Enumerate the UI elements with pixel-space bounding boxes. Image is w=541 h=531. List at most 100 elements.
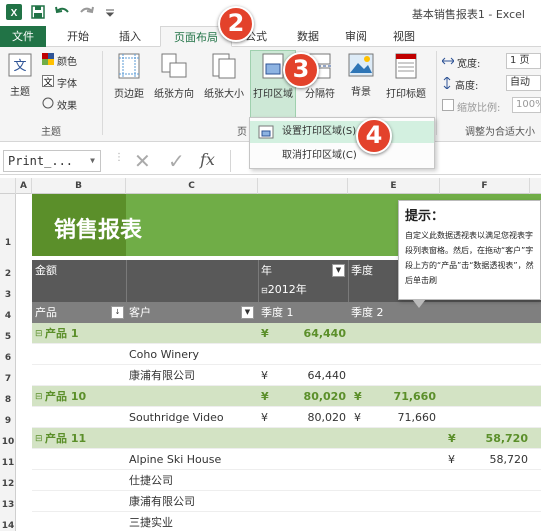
insert-function-icon[interactable]: fx	[200, 150, 215, 169]
tip-title: 提示：	[405, 209, 445, 224]
row-header[interactable]: 1	[0, 238, 16, 248]
customer-cell: 三捷实业	[129, 516, 173, 529]
colors-label: 颜色	[57, 57, 77, 68]
scale-zoom-input[interactable]: 100%	[512, 97, 541, 113]
quarter-2-value: 71,660	[397, 411, 437, 424]
effects-label: 效果	[57, 101, 77, 112]
orientation-button[interactable]: 纸张方向	[150, 53, 198, 100]
table-row: Alpine Ski House ¥58,720	[32, 449, 541, 470]
row-header[interactable]: 9	[0, 416, 16, 426]
header-divider	[126, 260, 127, 302]
tab-view[interactable]: 视图	[384, 26, 424, 47]
row-header[interactable]: 3	[0, 290, 16, 300]
year-filter-icon[interactable]: ▼	[332, 264, 345, 277]
background-button[interactable]: 背景	[344, 53, 378, 98]
year-header: 年	[261, 264, 272, 277]
product-cell: 产品 1	[45, 327, 79, 340]
report-title: 销售报表	[54, 218, 143, 243]
customer-filter-icon[interactable]: ▼	[241, 306, 254, 319]
table-row: 康浦有限公司 ¥64,440	[32, 365, 541, 386]
svg-text:X: X	[11, 8, 18, 19]
customer-cell: Alpine Ski House	[129, 453, 222, 466]
row-header[interactable]: 13	[0, 500, 16, 510]
tab-data[interactable]: 数据	[288, 26, 328, 47]
collapse-icon[interactable]: ⊟	[35, 324, 43, 345]
column-header-e[interactable]: E	[348, 178, 440, 194]
tab-insert[interactable]: 插入	[108, 26, 152, 47]
width-icon	[441, 56, 455, 69]
scale-width-label: 宽度:	[441, 55, 480, 70]
print-area-label: 打印区域	[253, 89, 293, 100]
theme-fonts-button[interactable]: 文 字体	[42, 75, 77, 90]
scale-width-select[interactable]: 1 页	[506, 53, 541, 69]
row-header[interactable]: 7	[0, 374, 16, 384]
year-value: ⊟2012年	[261, 283, 307, 296]
tip-pointer	[412, 299, 426, 308]
select-all-corner[interactable]	[0, 178, 16, 194]
size-button[interactable]: 纸张大小	[200, 53, 248, 100]
orientation-label: 纸张方向	[154, 89, 194, 100]
enter-icon[interactable]: ✓	[168, 149, 185, 173]
currency-symbol: ¥	[354, 411, 361, 424]
row-header[interactable]: 2	[0, 269, 16, 279]
background-image-icon	[344, 53, 378, 80]
size-label: 纸张大小	[204, 89, 244, 100]
collapse-icon[interactable]: ⊟	[35, 429, 43, 450]
currency-symbol: ¥	[448, 432, 456, 445]
tab-home[interactable]: 开始	[56, 26, 100, 47]
collapse-icon[interactable]: ⊟	[35, 387, 43, 408]
fonts-label: 字体	[57, 79, 77, 90]
table-row: Coho Winery	[32, 344, 541, 365]
row-header[interactable]: 10	[0, 437, 16, 447]
save-icon[interactable]	[30, 4, 46, 20]
themes-group-label: 主题	[41, 127, 61, 138]
tab-file[interactable]: 文件	[0, 26, 46, 47]
row-header[interactable]: 14	[0, 521, 16, 531]
cancel-icon[interactable]: ✕	[134, 149, 151, 173]
name-box[interactable]: Print_... ▼	[3, 150, 101, 172]
theme-colors-button[interactable]: 颜色	[42, 53, 77, 68]
header-divider	[258, 260, 259, 302]
customer-header: 客户	[129, 306, 151, 319]
row-header[interactable]: 11	[0, 458, 16, 468]
column-header-d[interactable]	[258, 178, 348, 194]
scale-height-label: 高度:	[442, 76, 478, 92]
quarter-3-value: 58,720	[489, 453, 529, 466]
product-sort-icon[interactable]: ↓	[111, 306, 124, 319]
row-header[interactable]: 4	[0, 311, 16, 321]
scale-height-select[interactable]: 自动	[506, 75, 541, 91]
collapse-icon[interactable]: ⊟	[261, 286, 268, 295]
currency-symbol: ¥	[261, 327, 269, 340]
row-header[interactable]: 12	[0, 479, 16, 489]
formula-bar-grip-icon: ⋮	[114, 152, 124, 163]
customer-cell: 康浦有限公司	[129, 369, 195, 382]
tab-review[interactable]: 审阅	[336, 26, 376, 47]
column-header-f[interactable]: F	[440, 178, 530, 194]
currency-symbol: ¥	[261, 369, 268, 382]
row-header[interactable]: 8	[0, 395, 16, 405]
window-title: 基本销售报表1 - Excel	[411, 8, 525, 21]
table-row: 三捷实业	[32, 512, 541, 531]
margins-button[interactable]: 页边距	[110, 53, 148, 100]
product-cell: 产品 11	[45, 432, 87, 445]
print-titles-button[interactable]: 打印标题	[382, 53, 430, 100]
currency-symbol: ¥	[261, 411, 268, 424]
height-icon	[442, 76, 452, 92]
row-header[interactable]: 5	[0, 332, 16, 342]
group-row: ⊟ 产品 10 ¥80,020 ¥71,660	[32, 386, 541, 407]
row-header[interactable]: 6	[0, 353, 16, 363]
column-header-a[interactable]: A	[16, 178, 32, 194]
theme-effects-button[interactable]: 效果	[42, 97, 77, 112]
set-print-area-item[interactable]: 设置打印区域(S)	[250, 121, 434, 143]
themes-button[interactable]: 文 主题	[6, 53, 34, 98]
breaks-label: 分隔符	[305, 89, 335, 100]
clear-print-area-item[interactable]: 取消打印区域(C)	[250, 145, 434, 167]
customize-toolbar-icon[interactable]	[102, 4, 118, 20]
undo-icon[interactable]	[54, 4, 70, 20]
column-header-c[interactable]: C	[126, 178, 258, 194]
margins-icon	[110, 53, 148, 82]
column-header-b[interactable]: B	[32, 178, 126, 194]
redo-icon[interactable]	[78, 4, 94, 20]
quarter-1-value: 80,020	[303, 390, 346, 403]
namebox-dropdown-icon[interactable]: ▼	[90, 151, 95, 171]
